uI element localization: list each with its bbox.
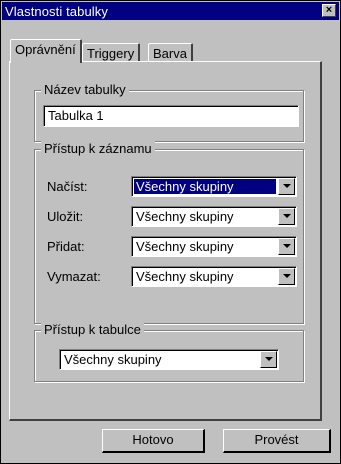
- chevron-down-icon[interactable]: [260, 351, 277, 368]
- group-legend: Přístup k záznamu: [41, 141, 155, 157]
- chevron-down-icon[interactable]: [278, 238, 295, 255]
- save-access-value: Všechny skupiny: [136, 209, 234, 224]
- delete-access-value: Všechny skupiny: [136, 269, 234, 284]
- delete-label: Vymazat:: [47, 269, 101, 284]
- save-label: Uložit:: [47, 209, 84, 224]
- tab-label: Oprávnění: [15, 42, 76, 57]
- read-access-select[interactable]: Všechny skupiny: [131, 176, 297, 197]
- chevron-down-icon[interactable]: [278, 208, 295, 225]
- table-access-value: Všechny skupiny: [64, 352, 162, 367]
- done-button[interactable]: Hotovo: [102, 429, 205, 453]
- add-access-value: Všechny skupiny: [136, 239, 234, 254]
- close-button[interactable]: ×: [322, 4, 336, 17]
- dialog-window: Vlastnosti tabulky × Oprávnění Triggery …: [0, 0, 341, 464]
- window-title: Vlastnosti tabulky: [5, 3, 108, 19]
- tab-color[interactable]: Barva: [148, 43, 193, 63]
- tab-triggers[interactable]: Triggery: [82, 43, 141, 63]
- table-access-select[interactable]: Všechny skupiny: [59, 349, 279, 370]
- close-icon: ×: [325, 4, 333, 16]
- read-access-value: Všechny skupiny: [134, 179, 276, 194]
- tab-label: Triggery: [87, 46, 135, 61]
- read-label: Načíst:: [47, 179, 88, 194]
- delete-access-select[interactable]: Všechny skupiny: [131, 266, 297, 287]
- done-button-label: Hotovo: [132, 432, 174, 447]
- group-legend: Název tabulky: [41, 82, 129, 98]
- add-access-select[interactable]: Všechny skupiny: [131, 236, 297, 257]
- save-access-select[interactable]: Všechny skupiny: [131, 206, 297, 227]
- group-legend: Přístup k tabulce: [41, 322, 144, 338]
- apply-button-label: Provést: [254, 432, 299, 447]
- table-name-value: Tabulka 1: [48, 108, 104, 123]
- table-access-group: Přístup k tabulce Všechny skupiny: [34, 322, 304, 382]
- table-name-group: Název tabulky Tabulka 1: [34, 82, 304, 142]
- add-label: Přidat:: [47, 239, 85, 254]
- tab-label: Barva: [153, 46, 187, 61]
- apply-button[interactable]: Provést: [223, 429, 331, 453]
- tab-panel-permissions: Název tabulky Tabulka 1 Přístup k záznam…: [9, 61, 322, 421]
- chevron-down-icon[interactable]: [278, 268, 295, 285]
- tab-permissions[interactable]: Oprávnění: [10, 39, 82, 63]
- chevron-down-icon[interactable]: [278, 178, 295, 195]
- record-access-group: Přístup k záznamu Načíst: Všechny skupin…: [34, 141, 304, 324]
- table-name-input[interactable]: Tabulka 1: [43, 105, 299, 127]
- title-bar[interactable]: Vlastnosti tabulky ×: [2, 2, 339, 20]
